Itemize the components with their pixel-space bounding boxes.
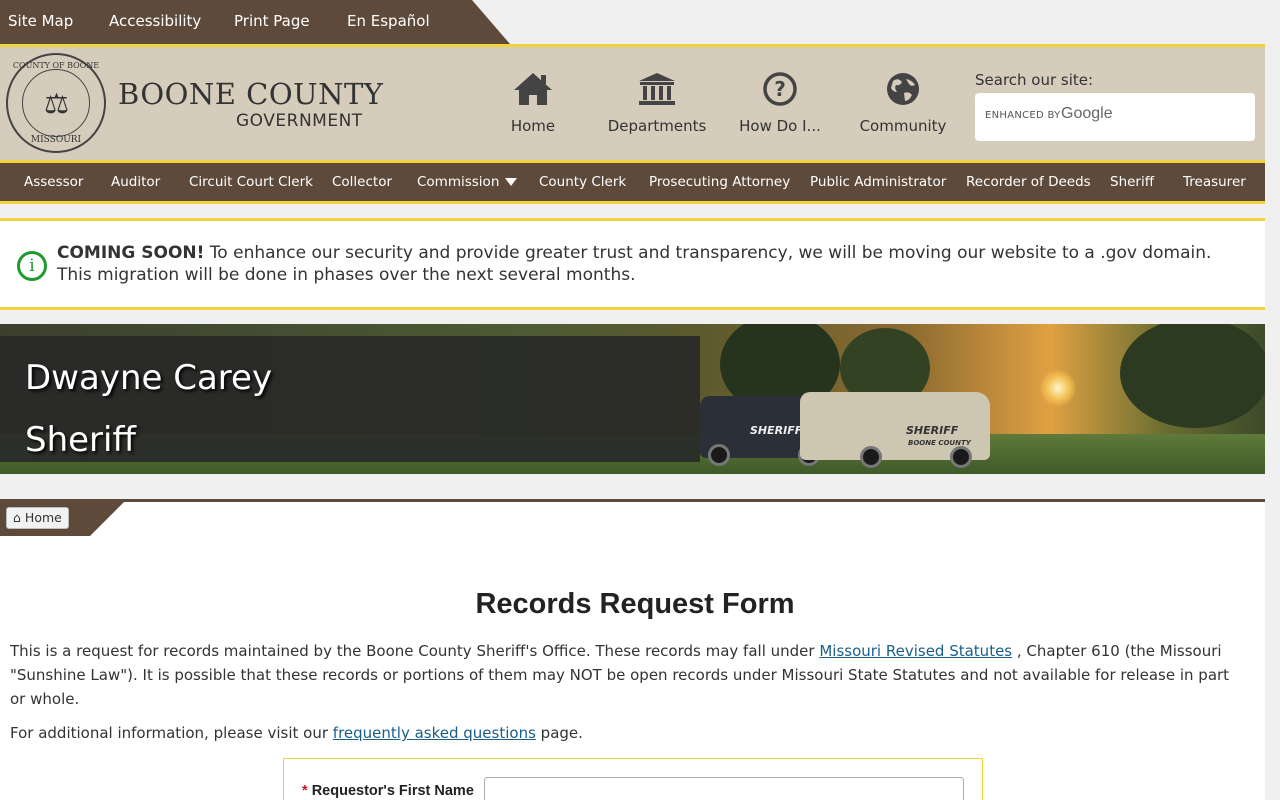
site-map-link[interactable]: Site Map (8, 12, 73, 30)
car-wheel (708, 444, 730, 466)
nav-community[interactable]: Community (843, 71, 963, 135)
site-header: COUNTY OF BOONE ⚖ MISSOURI BOONE COUNTY … (0, 44, 1265, 160)
faq-paragraph: For additional information, please visit… (10, 721, 1240, 745)
banner-sun (1040, 370, 1076, 406)
car-label: SHERIFF (906, 424, 959, 437)
dept-commission-label: Commission (417, 174, 500, 190)
hero-banner: SHERIFF SHERIFF BOONE COUNTY Dwayne Care… (0, 324, 1265, 474)
first-name-label-text: Requestor's First Name (311, 783, 474, 799)
dept-recorder-of-deeds[interactable]: Recorder of Deeds (966, 174, 1091, 190)
search-enhanced-text: ENHANCED BY (985, 110, 1061, 121)
dept-collector[interactable]: Collector (332, 174, 392, 190)
bank-icon (639, 73, 675, 105)
info-icon: i (17, 251, 47, 281)
car-label: SHERIFF (750, 424, 803, 437)
search-label: Search our site: (975, 71, 1094, 89)
intro-text-1: This is a request for records maintained… (10, 642, 820, 660)
car-wheel (860, 446, 882, 468)
intro-paragraph: This is a request for records maintained… (10, 639, 1240, 711)
nav-home[interactable]: Home (473, 71, 593, 135)
dept-sheriff[interactable]: Sheriff (1110, 174, 1154, 190)
banner-tree (1120, 324, 1265, 428)
alert-strong: COMING SOON! (57, 243, 205, 263)
alert-message: COMING SOON! To enhance our security and… (57, 242, 1247, 286)
seal-text-bottom: MISSOURI (30, 135, 82, 145)
print-page-link[interactable]: Print Page (234, 12, 310, 30)
county-seal-logo[interactable]: COUNTY OF BOONE ⚖ MISSOURI (6, 53, 106, 153)
page: Site Map Accessibility Print Page En Esp… (0, 0, 1280, 800)
nav-home-label: Home (510, 117, 556, 135)
dept-assessor[interactable]: Assessor (24, 174, 83, 190)
car-wheel (950, 446, 972, 468)
dept-county-clerk[interactable]: County Clerk (539, 174, 626, 190)
brand-title[interactable]: BOONE COUNTY (118, 77, 383, 111)
alert-banner: i COMING SOON! To enhance our security a… (0, 218, 1265, 310)
dept-treasurer[interactable]: Treasurer (1183, 174, 1246, 190)
dept-auditor[interactable]: Auditor (111, 174, 160, 190)
dept-prosecuting-attorney[interactable]: Prosecuting Attorney (649, 174, 790, 190)
accessibility-link[interactable]: Accessibility (109, 12, 201, 30)
breadcrumb-home[interactable]: ⌂ Home (6, 507, 69, 529)
banner-overlay: Dwayne Carey Sheriff (0, 336, 700, 462)
espanol-link[interactable]: En Español (347, 12, 430, 30)
faq-text-1: For additional information, please visit… (10, 724, 333, 742)
home-icon (514, 73, 552, 105)
official-name: Dwayne Carey (25, 358, 273, 398)
globe-icon (887, 73, 919, 105)
utility-nav: Site Map Accessibility Print Page En Esp… (0, 0, 510, 44)
main-content: ⌂ Home Records Request Form This is a re… (0, 499, 1265, 800)
breadcrumb: ⌂ Home (0, 502, 124, 536)
records-request-form: * Requestor's First Name (283, 758, 983, 800)
brand-subtitle[interactable]: GOVERNMENT (236, 111, 363, 131)
dept-commission[interactable]: Commission (417, 174, 518, 190)
search-input[interactable]: ENHANCED BY Google (975, 93, 1255, 141)
alert-body: To enhance our security and provide grea… (57, 243, 1212, 285)
breadcrumb-home-label: Home (24, 510, 62, 525)
question-icon: ? (763, 72, 797, 106)
first-name-input[interactable] (484, 777, 964, 800)
department-nav: Assessor Auditor Circuit Court Clerk Col… (0, 160, 1265, 204)
faq-link[interactable]: frequently asked questions (333, 724, 536, 742)
chevron-down-icon (505, 178, 518, 186)
scales-icon: ⚖ (44, 87, 70, 120)
home-icon: ⌂ (13, 510, 21, 525)
faq-text-2: page. (535, 724, 583, 742)
google-brand-text: Google (1061, 105, 1113, 122)
nav-community-label: Community (859, 117, 947, 135)
official-title: Sheriff (25, 420, 136, 460)
svg-text:?: ? (774, 77, 786, 101)
nav-how-do-i[interactable]: ? How Do I... (720, 71, 840, 135)
nav-departments-label: Departments (607, 117, 707, 135)
dept-public-administrator[interactable]: Public Administrator (810, 174, 946, 190)
nav-departments[interactable]: Departments (597, 71, 717, 135)
required-mark: * (302, 783, 308, 799)
sheriff-car-tan: SHERIFF BOONE COUNTY (800, 392, 990, 468)
nav-how-do-i-label: How Do I... (739, 117, 821, 135)
first-name-label: * Requestor's First Name (302, 783, 474, 799)
page-title: Records Request Form (475, 588, 795, 620)
missouri-statutes-link[interactable]: Missouri Revised Statutes (819, 642, 1012, 660)
dept-circuit-court-clerk[interactable]: Circuit Court Clerk (189, 174, 313, 190)
scrollbar[interactable] (1265, 0, 1280, 800)
